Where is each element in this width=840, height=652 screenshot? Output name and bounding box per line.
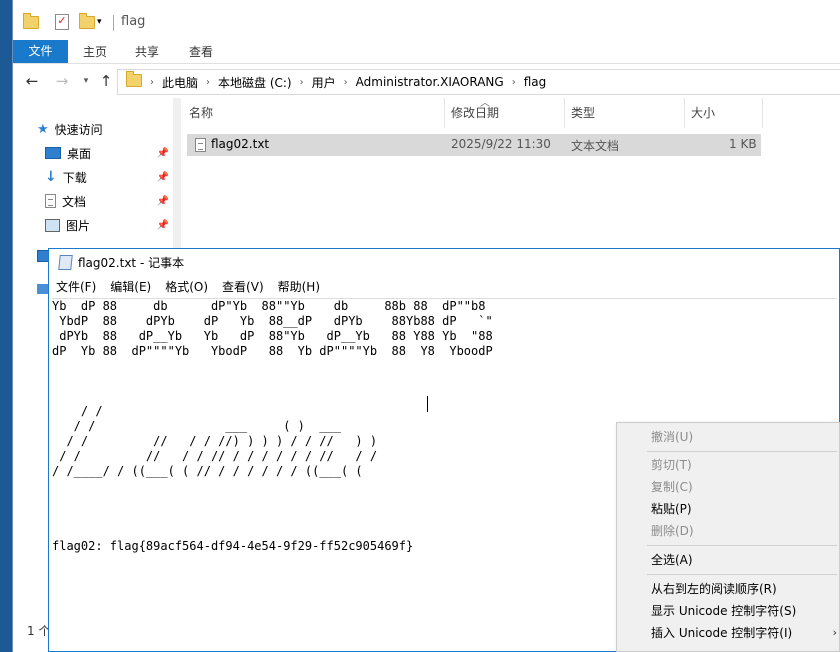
menu-item-cut[interactable]: 剪切(T) <box>651 455 692 475</box>
menu-edit[interactable]: 编辑(E) <box>103 278 158 295</box>
menu-format[interactable]: 格式(O) <box>158 278 215 295</box>
sidebar-item-desktop[interactable]: 桌面 📌 <box>45 142 169 164</box>
status-bar-count: 1 个 <box>27 624 51 638</box>
sidebar-item-label: 桌面 <box>67 146 92 161</box>
menu-file[interactable]: 文件(F) <box>49 278 103 295</box>
pictures-icon <box>45 218 60 232</box>
file-name: flag02.txt <box>211 137 270 151</box>
notepad-title: flag02.txt - 记事本 <box>78 256 185 270</box>
breadcrumb-users[interactable]: 用户 <box>312 74 336 91</box>
notepad-icon <box>58 255 73 270</box>
new-folder-icon[interactable] <box>79 12 95 32</box>
nav-scrollbar[interactable] <box>173 98 181 258</box>
sidebar-item-label: 文档 <box>62 194 87 209</box>
address-row: ← → ▾ ↑ › 此电脑 › 本地磁盘 (C:) › 用户 › Adminis… <box>13 66 840 98</box>
menu-item-copy[interactable]: 复制(C) <box>651 477 693 497</box>
document-icon <box>45 194 56 208</box>
breadcrumb-chevron-icon: › <box>150 76 154 88</box>
breadcrumb-flag[interactable]: flag <box>524 75 547 89</box>
menu-item-delete[interactable]: 删除(D) <box>651 521 694 541</box>
tab-share[interactable]: 共享 <box>135 42 159 62</box>
sidebar-item-label: 图片 <box>66 218 91 233</box>
pin-icon[interactable]: 📌 <box>157 148 169 159</box>
menu-item-select-all[interactable]: 全选(A) <box>651 550 693 570</box>
menu-separator <box>647 545 837 546</box>
folder-icon <box>126 71 142 90</box>
sidebar-item-quick-access[interactable]: ★ 快速访问 <box>37 118 169 140</box>
text-caret <box>427 396 428 412</box>
tab-file[interactable]: 文件 <box>13 40 68 63</box>
menu-item-rtl-reading[interactable]: 从右到左的阅读顺序(R) <box>651 579 777 599</box>
breadcrumb-chevron-icon: › <box>511 76 516 88</box>
qat-dropdown-icon[interactable]: ▾ <box>97 12 102 32</box>
context-menu: 撤消(U) 剪切(T) 复制(C) 粘贴(P) 删除(D) 全选(A) 从右到左… <box>616 422 840 652</box>
sidebar-item-downloads[interactable]: ↓ 下载 📌 <box>45 166 169 188</box>
sidebar-item-label: 快速访问 <box>54 122 103 137</box>
notepad-menubar: 文件(F) 编辑(E) 格式(O) 查看(V) 帮助(H) <box>49 276 840 296</box>
pin-icon[interactable]: 📌 <box>157 172 169 183</box>
download-arrow-icon: ↓ <box>45 169 57 185</box>
star-icon: ★ <box>37 121 49 137</box>
sidebar-item-label: 下载 <box>62 170 87 185</box>
breadcrumb-this-pc[interactable]: 此电脑 <box>162 74 198 91</box>
breadcrumb-chevron-icon: › <box>343 76 348 88</box>
window-title: flag <box>121 14 146 29</box>
tab-view[interactable]: 查看 <box>189 42 213 62</box>
menu-item-undo[interactable]: 撤消(U) <box>651 427 693 447</box>
back-arrow-icon[interactable]: ← <box>23 72 41 90</box>
forward-arrow-icon[interactable]: → <box>53 72 71 90</box>
menu-help[interactable]: 帮助(H) <box>271 278 327 295</box>
title-separator <box>113 15 114 31</box>
breadcrumb-local-disk[interactable]: 本地磁盘 (C:) <box>218 74 292 91</box>
sidebar-item-documents[interactable]: 文档 📌 <box>45 190 169 212</box>
menu-separator <box>647 574 837 575</box>
column-header-name[interactable]: 名称 <box>183 98 445 128</box>
menu-separator <box>647 451 837 452</box>
sidebar-item-pictures[interactable]: 图片 📌 <box>45 214 169 236</box>
desktop-icon <box>45 147 61 159</box>
ribbon-tabs: 文件 主页 共享 查看 <box>13 38 840 64</box>
file-size: 1 KB <box>729 137 757 151</box>
address-bar[interactable]: › 此电脑 › 本地磁盘 (C:) › 用户 › Administrator.X… <box>117 69 840 95</box>
menu-item-insert-unicode[interactable]: 插入 Unicode 控制字符(I) <box>651 623 792 643</box>
file-modified: 2025/9/22 11:30 <box>451 137 551 151</box>
pin-icon[interactable]: 📌 <box>157 220 169 231</box>
column-header-type[interactable]: 类型 <box>565 98 685 128</box>
up-arrow-icon[interactable]: ↑ <box>97 72 115 90</box>
folder-icon <box>23 12 39 32</box>
column-header-modified[interactable]: 修改日期 <box>445 98 565 128</box>
breadcrumb-user[interactable]: Administrator.XIAORANG <box>356 75 504 89</box>
breadcrumb-chevron-icon: › <box>299 76 304 88</box>
text-file-icon <box>195 138 206 152</box>
menu-item-show-unicode[interactable]: 显示 Unicode 控制字符(S) <box>651 601 796 621</box>
breadcrumb-chevron-icon: › <box>206 76 211 88</box>
column-header-size[interactable]: 大小 <box>685 98 763 128</box>
explorer-titlebar: ✓ ▾ flag <box>13 0 840 38</box>
menu-item-paste[interactable]: 粘贴(P) <box>651 499 692 519</box>
submenu-arrow-icon: › <box>832 626 837 639</box>
file-type: 文本文档 <box>571 139 620 153</box>
file-row[interactable]: flag02.txt 2025/9/22 11:30 文本文档 1 KB <box>187 134 761 156</box>
notepad-titlebar: flag02.txt - 记事本 <box>49 249 840 276</box>
recent-dropdown-icon[interactable]: ▾ <box>77 72 95 90</box>
menu-view[interactable]: 查看(V) <box>215 278 271 295</box>
properties-check-icon[interactable]: ✓ <box>55 12 69 32</box>
tab-home[interactable]: 主页 <box>83 42 107 62</box>
pin-icon[interactable]: 📌 <box>157 196 169 207</box>
